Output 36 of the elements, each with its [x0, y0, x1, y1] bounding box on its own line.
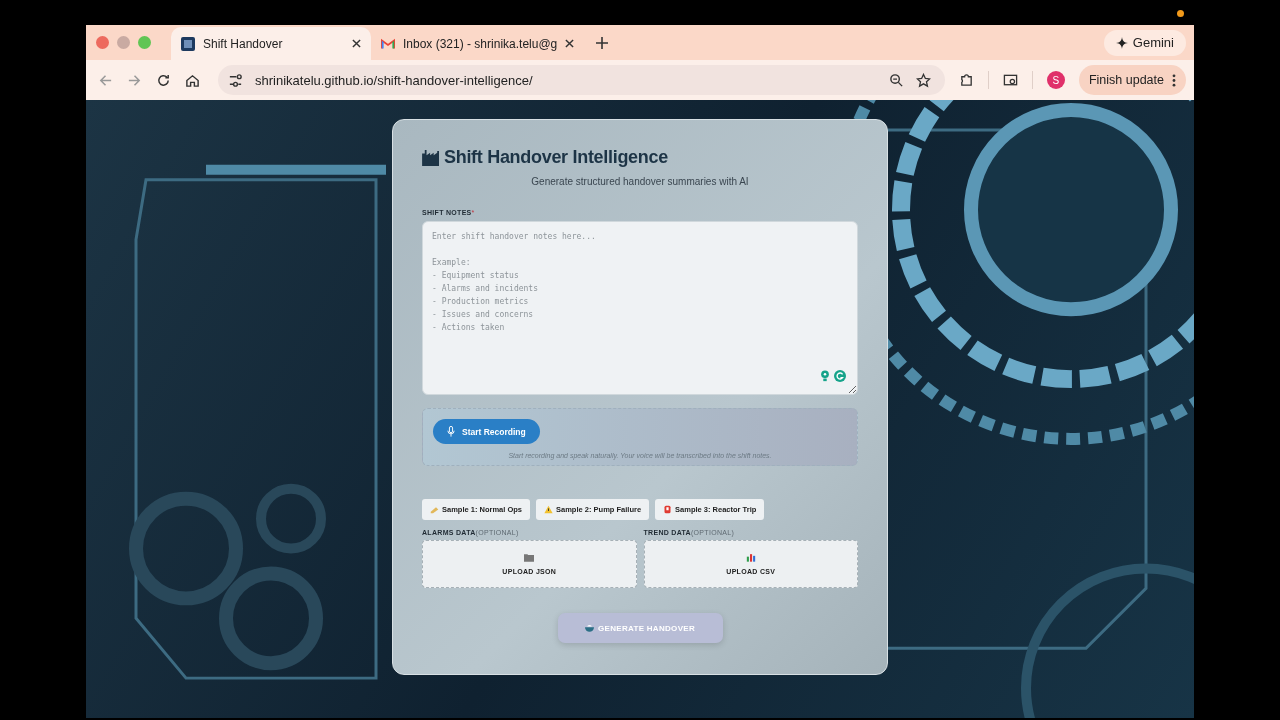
- grammar-checker-icon[interactable]: [834, 370, 846, 382]
- site-settings-icon[interactable]: [228, 72, 243, 88]
- lightbulb-icon[interactable]: [819, 370, 831, 382]
- close-tab-icon[interactable]: [352, 39, 361, 48]
- new-tab-icon[interactable]: [596, 36, 609, 49]
- extensions-icon[interactable]: [958, 72, 974, 88]
- home-icon[interactable]: [185, 72, 200, 88]
- reload-icon[interactable]: [156, 72, 171, 88]
- close-tab-icon[interactable]: [565, 39, 575, 48]
- bar-chart-icon: [745, 553, 756, 562]
- notification-dot: [1177, 10, 1184, 17]
- url-text: shrinikatelu.github.io/shift-handover-intelligence/: [255, 72, 533, 88]
- bookmark-star-icon[interactable]: [915, 72, 931, 88]
- shift-notes-field[interactable]: Enter shift handover notes here... Example: - Equipment status - Alarms and incidents - Production metrics - Issues and concerns - Actions taken: [422, 221, 858, 395]
- alarm-light-icon: [663, 505, 673, 514]
- browser-tab[interactable]: Shift Handover: [171, 27, 371, 60]
- profile-avatar[interactable]: S: [1046, 71, 1065, 89]
- zoom-icon[interactable]: [888, 72, 904, 88]
- mail-icon: [381, 36, 395, 51]
- microphone-icon: [447, 426, 455, 437]
- factory-icon: [422, 149, 440, 166]
- menu-icon: [1172, 73, 1176, 87]
- browser-tab[interactable]: Inbox (321) - shrinika.telu@g: [371, 27, 585, 60]
- warning-icon: [544, 505, 554, 514]
- folder-icon: [524, 553, 535, 562]
- address-bar[interactable]: shrinikatelu.github.io/shift-handover-intelligence/: [218, 65, 945, 95]
- app-favicon-icon: [181, 36, 195, 51]
- app-title: Shift Handover Intelligence: [444, 147, 668, 168]
- bowl-icon: [585, 624, 594, 632]
- app-subtitle: Generate structured handover summaries with AI: [530, 176, 750, 187]
- reading-list-icon[interactable]: [1002, 72, 1018, 88]
- sparkle-icon: [1115, 36, 1128, 49]
- start-recording-button[interactable]: Start Recording: [433, 419, 540, 444]
- pencil-icon: [430, 505, 439, 514]
- gemini-button[interactable]: Gemini: [1103, 29, 1186, 56]
- finish-update-button[interactable]: Finish update: [1078, 65, 1186, 95]
